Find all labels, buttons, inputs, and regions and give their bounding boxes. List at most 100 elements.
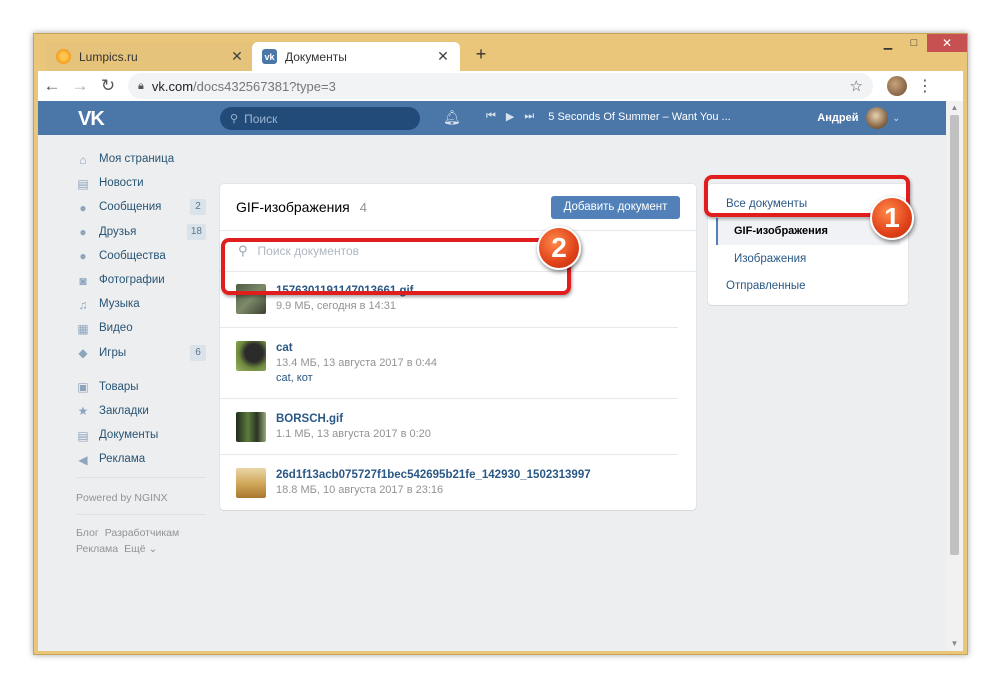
previous-track-icon[interactable]: ⏮︎ bbox=[486, 110, 496, 123]
maximize-button[interactable]: □ bbox=[901, 34, 927, 52]
callout-number-2: 2 bbox=[537, 226, 581, 270]
track-title[interactable]: 5 Seconds Of Summer – Want You ... bbox=[548, 111, 730, 123]
new-tab-button[interactable]: + bbox=[471, 44, 491, 68]
communities-icon: ● bbox=[79, 249, 87, 264]
back-arrow-icon[interactable]: ← bbox=[38, 72, 66, 100]
user-menu[interactable]: Андрей ⌄ bbox=[817, 107, 900, 129]
document-name[interactable]: 26d1f13acb075727f1bec542695b21fe_142930_… bbox=[276, 468, 591, 483]
sidebar-item-ads[interactable]: ◀ Реклама bbox=[76, 447, 206, 471]
sidebar-item-news[interactable]: ▤ Новости bbox=[76, 171, 206, 195]
tab-documents[interactable]: vk Документы ✕ bbox=[252, 42, 460, 71]
chevron-down-icon: ⌄ bbox=[892, 112, 900, 123]
sidebar-item-bookmarks[interactable]: ★ Закладки bbox=[76, 399, 206, 423]
vk-search-input[interactable]: ⚲ Поиск bbox=[220, 107, 420, 130]
home-icon: ⌂ bbox=[79, 152, 87, 167]
document-thumbnail bbox=[236, 341, 266, 371]
callout-highlight-first-document bbox=[221, 238, 571, 295]
tab-close-icon[interactable]: ✕ bbox=[230, 48, 244, 65]
sidebar-item-market[interactable]: ▣ Товары bbox=[76, 375, 206, 399]
sidebar-item-video[interactable]: ▦ Видео bbox=[76, 316, 206, 340]
powered-by-text: Powered by NGINX bbox=[76, 492, 168, 505]
bookmark-star-icon[interactable]: ☆ bbox=[850, 77, 863, 95]
news-icon: ▤ bbox=[77, 176, 89, 191]
document-row[interactable]: cat 13.4 МБ, 13 августа 2017 в 0:44 cat,… bbox=[220, 328, 678, 399]
vk-search-placeholder: Поиск bbox=[244, 111, 278, 126]
footer-link-blog[interactable]: Блог bbox=[76, 527, 99, 539]
documents-header: GIF-изображения 4 Добавить документ bbox=[220, 184, 696, 231]
document-row[interactable]: BORSCH.gif 1.1 МБ, 13 августа 2017 в 0:2… bbox=[220, 399, 678, 455]
market-icon: ▣ bbox=[77, 380, 89, 395]
document-meta: 1.1 МБ, 13 августа 2017 в 0:20 bbox=[276, 428, 431, 440]
friends-icon: ● bbox=[79, 225, 87, 240]
browser-profile-avatar[interactable] bbox=[887, 76, 907, 96]
document-meta: 9.9 МБ, сегодня в 14:31 bbox=[276, 300, 397, 312]
lock-icon: 🔒︎ bbox=[138, 79, 144, 92]
scrollbar-thumb[interactable] bbox=[950, 115, 959, 555]
filter-images[interactable]: Изображения bbox=[708, 245, 908, 273]
address-bar[interactable]: 🔒︎ vk.com/docs432567381?type=3 ☆ bbox=[128, 73, 873, 99]
tab-lumpics[interactable]: Lumpics.ru ✕ bbox=[46, 42, 254, 71]
document-name[interactable]: cat bbox=[276, 341, 437, 356]
sidebar-item-label: Сообщения bbox=[99, 201, 162, 214]
browser-menu-icon[interactable]: ⋮ bbox=[917, 76, 933, 96]
sidebar-item-games[interactable]: ◆ Игры 6 bbox=[76, 341, 206, 365]
footer-link-more[interactable]: Ещё ⌄ bbox=[124, 543, 157, 555]
sidebar-item-my-page[interactable]: ⌂ Моя страница bbox=[76, 147, 206, 171]
menu-spacer bbox=[76, 365, 206, 375]
sidebar-item-label: Реклама bbox=[99, 453, 146, 466]
video-icon: ▦ bbox=[77, 321, 89, 336]
left-menu: ⌂ Моя страница ▤ Новости ● Сообщения 2 ●… bbox=[76, 147, 206, 557]
forward-arrow-icon[interactable]: → bbox=[66, 72, 94, 100]
messages-icon: ● bbox=[79, 200, 87, 215]
sidebar-item-messages[interactable]: ● Сообщения 2 bbox=[76, 195, 206, 219]
count-badge: 2 bbox=[190, 199, 206, 216]
next-track-icon[interactable]: ⏭︎ bbox=[524, 110, 534, 123]
url-host: vk.com bbox=[151, 78, 194, 94]
sidebar-item-label: Игры bbox=[99, 346, 127, 359]
divider bbox=[76, 514, 206, 516]
document-meta: 18.8 МБ, 10 августа 2017 в 23:16 bbox=[276, 484, 444, 496]
bookmark-star-icon: ★ bbox=[77, 404, 89, 419]
count-badge: 6 bbox=[190, 344, 206, 361]
audio-player: ⏮︎ ▶ ⏭︎ 5 Seconds Of Summer – Want You .… bbox=[486, 110, 731, 123]
vk-logo[interactable]: VK bbox=[78, 108, 105, 131]
sidebar-item-communities[interactable]: ● Сообщества bbox=[76, 244, 206, 268]
filter-sent[interactable]: Отправленные bbox=[708, 273, 908, 301]
music-icon: ♫ bbox=[78, 297, 88, 312]
vk-favicon-icon: vk bbox=[262, 49, 277, 64]
games-icon: ◆ bbox=[78, 346, 88, 361]
sidebar-item-documents[interactable]: ▤ Документы bbox=[76, 423, 206, 447]
document-name[interactable]: BORSCH.gif bbox=[276, 412, 431, 427]
documents-count: 4 bbox=[359, 199, 367, 215]
scroll-up-icon[interactable]: ▲ bbox=[946, 101, 963, 115]
window-close-button[interactable]: ✕ bbox=[927, 34, 967, 52]
scroll-down-icon[interactable]: ▼ bbox=[946, 637, 963, 651]
bell-icon[interactable]: 🔔︎ bbox=[443, 109, 461, 126]
camera-icon: ◙ bbox=[79, 273, 87, 288]
page-scrollbar[interactable]: ▲ ▼ bbox=[946, 101, 963, 651]
document-meta: 13.4 МБ, 13 августа 2017 в 0:44 bbox=[276, 357, 438, 369]
search-icon: ⚲ bbox=[230, 113, 239, 125]
tab-close-icon[interactable]: ✕ bbox=[436, 48, 450, 65]
browser-window: ▁ □ ✕ Lumpics.ru ✕ vk Документы ✕ + ← → … bbox=[33, 33, 968, 655]
footer-links: Блог Разработчикам Реклама Ещё ⌄ bbox=[76, 525, 206, 557]
page-title: GIF-изображения bbox=[236, 199, 350, 215]
user-name: Андрей bbox=[817, 112, 859, 124]
lumpics-favicon-icon bbox=[56, 49, 71, 64]
sidebar-item-music[interactable]: ♫ Музыка bbox=[76, 292, 206, 316]
footer-link-developers[interactable]: Разработчикам bbox=[105, 527, 180, 539]
sidebar-item-label: Музыка bbox=[99, 298, 140, 311]
document-row[interactable]: 26d1f13acb075727f1bec542695b21fe_142930_… bbox=[220, 455, 678, 511]
document-tags[interactable]: cat, кот bbox=[276, 371, 437, 386]
minimize-button[interactable]: ▁ bbox=[875, 34, 901, 52]
add-document-button[interactable]: Добавить документ bbox=[551, 195, 680, 219]
browser-toolbar: ← → ↻ 🔒︎ vk.com/docs432567381?type=3 ☆ ⋮ bbox=[38, 71, 963, 101]
reload-icon[interactable]: ↻ bbox=[94, 72, 122, 100]
sidebar-item-photos[interactable]: ◙ Фотографии bbox=[76, 268, 206, 292]
play-icon[interactable]: ▶ bbox=[506, 110, 514, 123]
sidebar-item-friends[interactable]: ● Друзья 18 bbox=[76, 220, 206, 244]
sidebar-item-label: Товары bbox=[99, 380, 139, 393]
sidebar-item-label: Друзья bbox=[99, 225, 137, 238]
footer-link-ads[interactable]: Реклама bbox=[76, 543, 118, 555]
sidebar-item-label: Новости bbox=[99, 177, 144, 190]
